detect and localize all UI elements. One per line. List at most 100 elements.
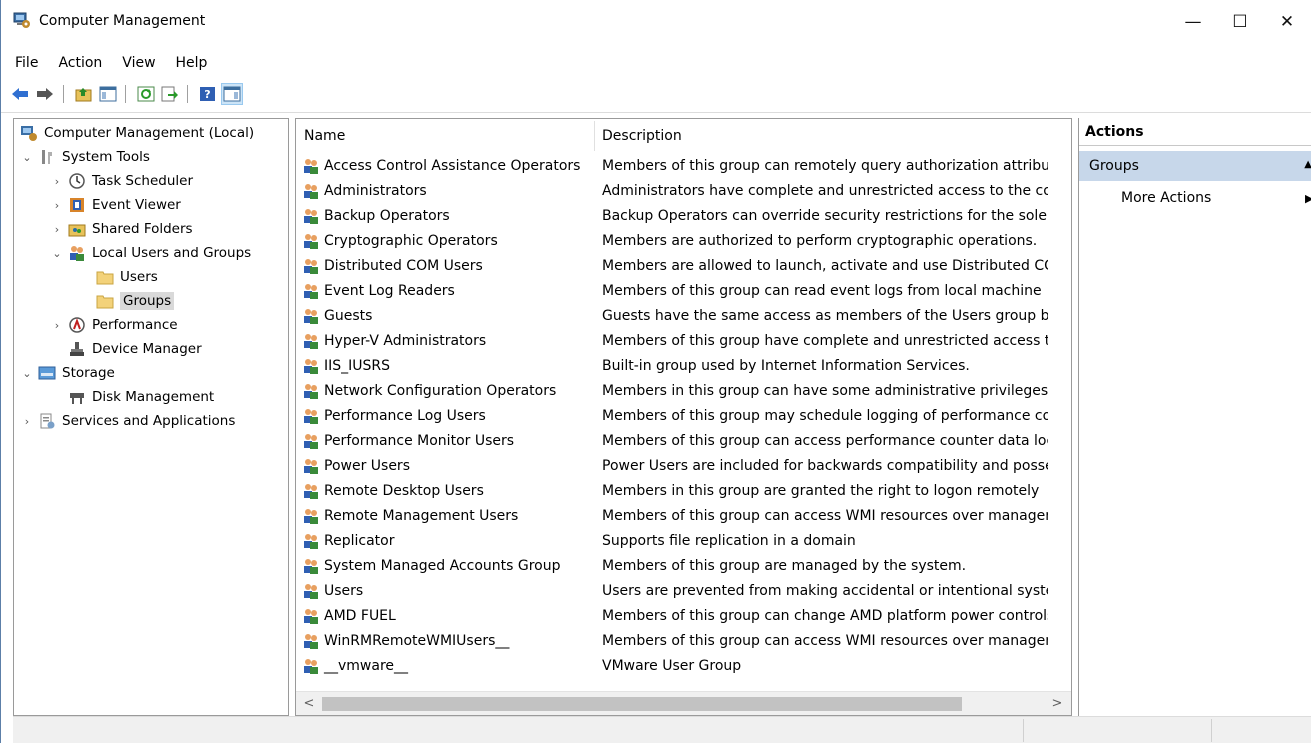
chevron-right-icon[interactable]: › (50, 222, 64, 236)
chevron-down-icon[interactable]: ⌄ (50, 246, 64, 260)
refresh-icon (137, 86, 155, 102)
event-viewer-icon (70, 198, 84, 212)
group-name: Performance Log Users (324, 408, 486, 424)
device-manager-icon (70, 342, 84, 356)
tree-item-performance[interactable]: › Performance (50, 313, 178, 337)
scroll-right-icon[interactable]: > (1046, 692, 1068, 715)
computer-management-window: Computer Management — ☐ ✕ File Action Vi… (0, 0, 1311, 743)
chevron-right-icon[interactable]: › (50, 174, 64, 188)
table-row[interactable]: Performance Monitor Users Members of this… (296, 429, 1071, 454)
table-row[interactable]: Backup Operators Backup Operators can ove… (296, 204, 1071, 229)
group-icon (304, 659, 318, 674)
table-row[interactable]: Hyper-V Administrators Members of this gr… (296, 329, 1071, 354)
table-row[interactable]: IIS_IUSRS Built-in group used by Internet… (296, 354, 1071, 379)
table-row[interactable]: System Managed Accounts Group Members of … (296, 554, 1071, 579)
tree-item-label: Disk Management (92, 389, 215, 405)
folder-icon (96, 295, 114, 309)
export-list-button[interactable] (159, 83, 181, 105)
group-name: Network Configuration Operators (324, 383, 557, 399)
scroll-left-icon[interactable]: < (298, 692, 320, 715)
tree-item-groups[interactable]: Groups (96, 289, 175, 313)
maximize-button[interactable]: ☐ (1217, 0, 1263, 44)
menu-file[interactable]: File (15, 51, 38, 77)
forward-button[interactable] (34, 83, 56, 105)
group-description: Members of this group can change AMD pla… (602, 608, 1048, 624)
table-row[interactable]: Network Configuration Operators Members i… (296, 379, 1071, 404)
minimize-button[interactable]: — (1170, 0, 1216, 44)
system-tools-icon (42, 150, 52, 164)
chevron-down-icon[interactable]: ⌄ (20, 150, 34, 164)
group-name: Administrators (324, 183, 427, 199)
tree-item-local-users-and-groups[interactable]: ⌄ Local Users and Groups (50, 241, 251, 265)
tree-item-storage[interactable]: ⌄ Storage (20, 361, 114, 385)
group-icon (304, 459, 318, 474)
show-hide-console-tree-button[interactable] (97, 83, 119, 105)
group-icon (304, 534, 318, 549)
actions-pane: Actions Groups ▲ More Actions ▶ (1078, 118, 1311, 716)
group-description: Members in this group are granted the ri… (602, 483, 1040, 499)
menu-help[interactable]: Help (176, 51, 208, 77)
refresh-button[interactable] (135, 83, 157, 105)
table-row[interactable]: Remote Desktop Users Members in this grou… (296, 479, 1071, 504)
table-row[interactable]: AMD FUEL Members of this group can change… (296, 604, 1071, 629)
group-name: Access Control Assistance Operators (324, 158, 581, 174)
show-hide-action-pane-button[interactable] (221, 83, 243, 105)
table-row[interactable]: WinRMRemoteWMIUsers__ Members of this gro… (296, 629, 1071, 654)
up-one-level-button[interactable] (73, 83, 95, 105)
table-row[interactable]: Event Log Readers Members of this group c… (296, 279, 1071, 304)
back-button[interactable] (9, 83, 31, 105)
group-description: Guests have the same access as members o… (602, 308, 1048, 324)
group-name: Replicator (324, 533, 395, 549)
table-row[interactable]: Distributed COM Users Members are allowed… (296, 254, 1071, 279)
group-description: Members in this group can have some admi… (602, 383, 1048, 399)
group-name: AMD FUEL (324, 608, 396, 624)
chevron-right-icon[interactable]: › (50, 198, 64, 212)
tree-item-device-manager[interactable]: Device Manager (68, 337, 202, 361)
table-row[interactable]: Administrators Administrators have comple… (296, 179, 1071, 204)
table-row[interactable]: Remote Management Users Members of this g… (296, 504, 1071, 529)
chevron-down-icon[interactable]: ⌄ (20, 366, 34, 380)
column-header-description[interactable]: Description (602, 128, 682, 144)
table-row[interactable]: __vmware__ VMware User Group (296, 654, 1071, 679)
tree-item-task-scheduler[interactable]: › Task Scheduler (50, 169, 193, 193)
chevron-right-icon[interactable]: › (20, 414, 34, 428)
chevron-right-icon[interactable]: › (50, 318, 64, 332)
table-row[interactable]: Cryptographic Operators Members are autho… (296, 229, 1071, 254)
group-description: Members of this group can access perform… (602, 433, 1048, 449)
scrollbar-thumb[interactable] (322, 697, 962, 711)
actions-group-groups[interactable]: Groups ▲ (1079, 151, 1311, 181)
menu-view[interactable]: View (122, 51, 155, 77)
tree-item-shared-folders[interactable]: › Shared Folders (50, 217, 193, 241)
table-row[interactable]: Guests Guests have the same access as mem… (296, 304, 1071, 329)
menu-bar: File Action View Help (1, 51, 213, 77)
menu-action[interactable]: Action (58, 51, 102, 77)
more-actions-link[interactable]: More Actions (1121, 190, 1211, 206)
collapse-up-icon[interactable]: ▲ (1304, 159, 1311, 170)
table-row[interactable]: Performance Log Users Members of this gro… (296, 404, 1071, 429)
column-header-name[interactable]: Name (304, 128, 345, 144)
group-icon (304, 159, 318, 174)
help-button[interactable]: ? (197, 83, 219, 105)
table-row[interactable]: Replicator Supports file replication in a… (296, 529, 1071, 554)
group-name: __vmware__ (324, 658, 409, 674)
tree-item-disk-management[interactable]: Disk Management (68, 385, 214, 409)
group-description: Members of this group may schedule loggi… (602, 408, 1048, 424)
tree-item-users[interactable]: Users (96, 265, 158, 289)
title-bar[interactable]: Computer Management — ☐ ✕ (1, 0, 1311, 44)
forward-arrow-icon (37, 88, 53, 100)
tree-item-label: Shared Folders (92, 221, 193, 237)
tree-item-event-viewer[interactable]: › Event Viewer (50, 193, 181, 217)
tree-item-system-tools[interactable]: ⌄ System Tools (20, 145, 150, 169)
group-name: Backup Operators (324, 208, 450, 224)
group-icon (304, 359, 318, 374)
horizontal-scrollbar[interactable]: < > (296, 691, 1071, 715)
maximize-icon: ☐ (1232, 12, 1248, 32)
tree-item-computer-management[interactable]: Computer Management (Local) (20, 121, 254, 145)
table-row[interactable]: Access Control Assistance Operators Membe… (296, 154, 1071, 179)
close-button[interactable]: ✕ (1264, 0, 1310, 44)
table-row[interactable]: Users Users are prevented from making acc… (296, 579, 1071, 604)
console-tree: Computer Management (Local) ⌄ System Too… (13, 118, 289, 716)
tree-item-services-and-applications[interactable]: › Services and Applications (20, 409, 236, 433)
table-row[interactable]: Power Users Power Users are included for … (296, 454, 1071, 479)
group-name: System Managed Accounts Group (324, 558, 561, 574)
